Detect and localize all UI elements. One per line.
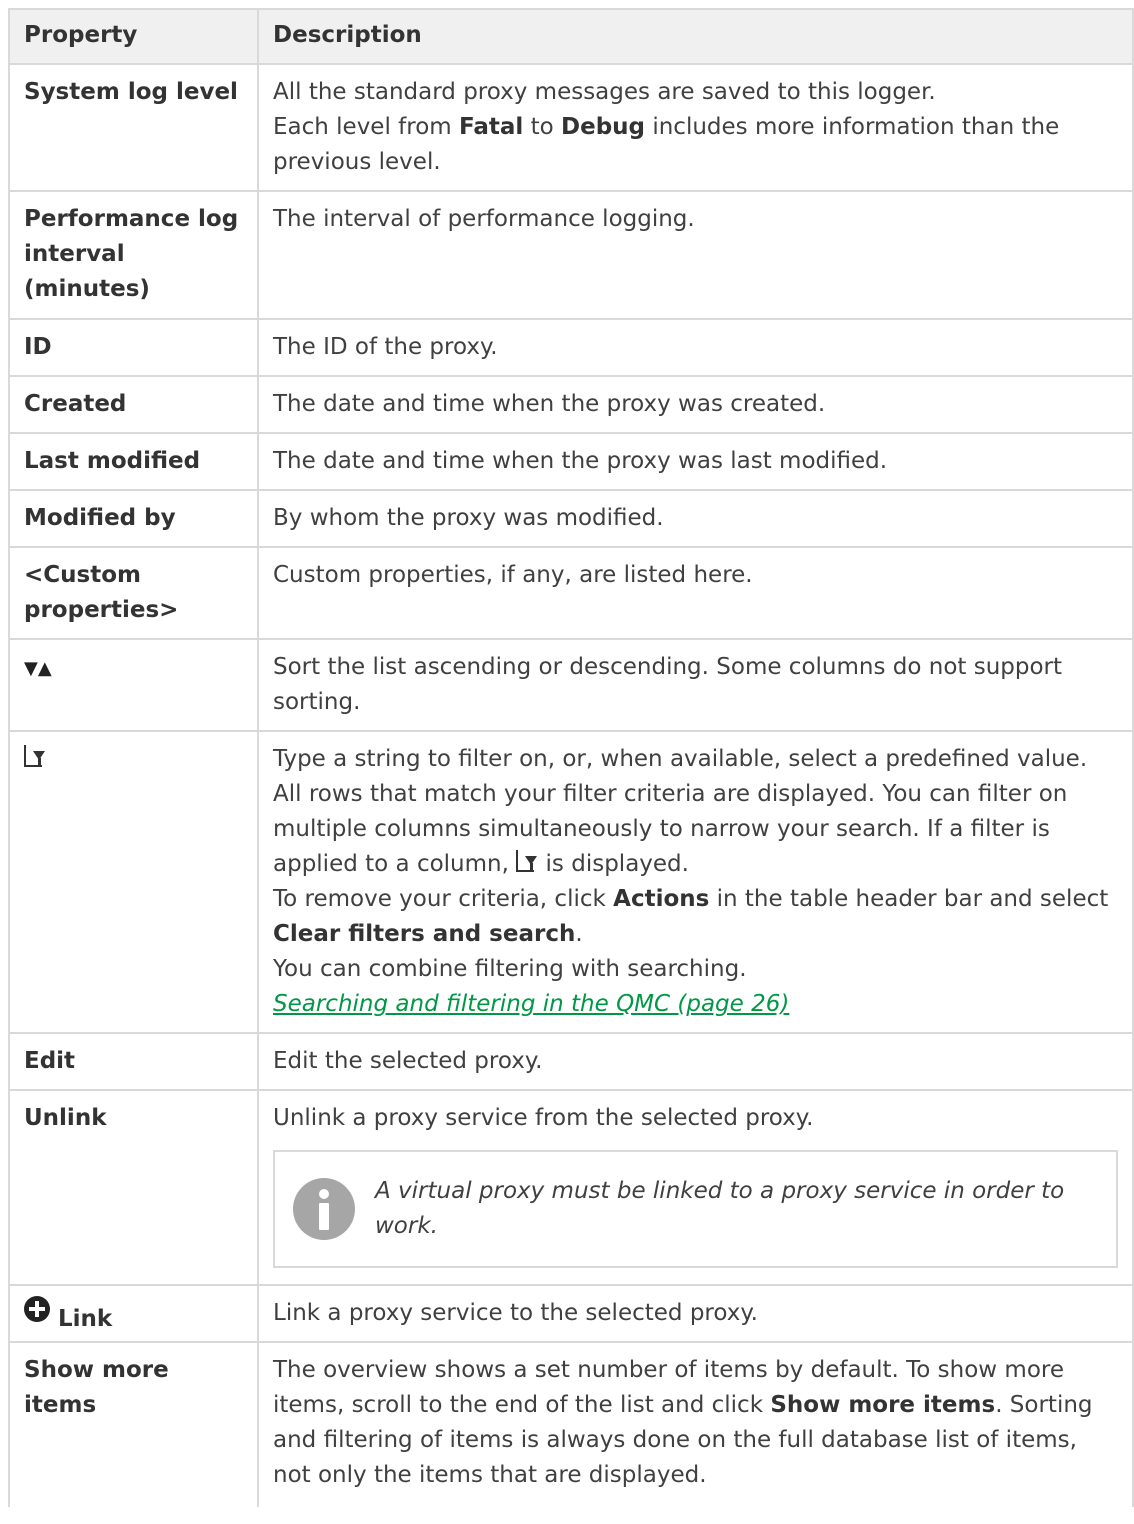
- table-row: Unlink Unlink a proxy service from the s…: [8, 1089, 1134, 1286]
- info-icon: [293, 1178, 355, 1240]
- table-row: Link Link a proxy service to the selecte…: [8, 1284, 1134, 1343]
- property-system-log-level: System log level: [8, 63, 259, 192]
- description-unlink: Unlink a proxy service from the selected…: [257, 1089, 1134, 1286]
- description-created: The date and time when the proxy was cre…: [257, 375, 1134, 434]
- description-edit: Edit the selected proxy.: [257, 1032, 1134, 1091]
- description-system-log-level: All the standard proxy messages are save…: [257, 63, 1134, 192]
- sort-arrows-icon[interactable]: ▼▲: [24, 658, 52, 679]
- description-paragraph: Type a string to filter on, or, when ava…: [273, 746, 1088, 877]
- property-last-modified: Last modified: [8, 432, 259, 491]
- table-row: Last modified The date and time when the…: [8, 432, 1134, 491]
- filter-cell: [8, 730, 259, 1034]
- description-filter: Type a string to filter on, or, when ava…: [257, 730, 1134, 1034]
- link-label: Link: [58, 1306, 113, 1332]
- note-text: A virtual proxy must be linked to a prox…: [375, 1178, 1065, 1239]
- table-row: Performance log interval (minutes) The i…: [8, 190, 1134, 320]
- description-show-more-items: The overview shows a set number of items…: [257, 1341, 1134, 1507]
- property-link: Link: [8, 1284, 259, 1343]
- property-unlink: Unlink: [8, 1089, 259, 1286]
- description-line: Each level from Fatal to Debug includes …: [273, 114, 1060, 175]
- table-row: Edit Edit the selected proxy.: [8, 1032, 1134, 1091]
- filter-icon[interactable]: [24, 745, 46, 769]
- description-custom-properties: Custom properties, if any, are listed he…: [257, 546, 1134, 640]
- description-modified-by: By whom the proxy was modified.: [257, 489, 1134, 548]
- note-box: A virtual proxy must be linked to a prox…: [273, 1150, 1118, 1268]
- description-line: All the standard proxy messages are save…: [273, 79, 936, 105]
- table-row: Show more items The overview shows a set…: [8, 1341, 1134, 1507]
- property-id: ID: [8, 318, 259, 377]
- property-edit: Edit: [8, 1032, 259, 1091]
- description-paragraph: To remove your criteria, click Actions i…: [273, 886, 1109, 947]
- table-row: System log level All the standard proxy …: [8, 63, 1134, 192]
- table-row: Modified by By whom the proxy was modifi…: [8, 489, 1134, 548]
- table-header-row: Property Description: [8, 8, 1134, 65]
- description-link: Link a proxy service to the selected pro…: [257, 1284, 1134, 1343]
- table-row: ID The ID of the proxy.: [8, 318, 1134, 377]
- properties-table: Property Description System log level Al…: [8, 8, 1134, 1507]
- table-row: ▼▲ Sort the list ascending or descending…: [8, 638, 1134, 732]
- description-sort: Sort the list ascending or descending. S…: [257, 638, 1134, 732]
- property-show-more-items: Show more items: [8, 1341, 259, 1507]
- show-more-items-label: Show more items: [770, 1392, 996, 1418]
- actions-label: Actions: [613, 886, 710, 912]
- filter-applied-icon: [516, 850, 538, 874]
- property-custom-properties: <Custom properties>: [8, 546, 259, 640]
- property-performance-log-interval: Performance log interval (minutes): [8, 190, 259, 320]
- table-row: Type a string to filter on, or, when ava…: [8, 730, 1134, 1034]
- searching-filtering-link[interactable]: Searching and filtering in the QMC (page…: [273, 991, 789, 1017]
- sort-cell: ▼▲: [8, 638, 259, 732]
- header-description: Description: [257, 8, 1134, 65]
- description-last-modified: The date and time when the proxy was las…: [257, 432, 1134, 491]
- plus-circle-icon[interactable]: [24, 1296, 50, 1322]
- description-performance-log-interval: The interval of performance logging.: [257, 190, 1134, 320]
- fatal-label: Fatal: [459, 114, 524, 140]
- header-property: Property: [8, 8, 259, 65]
- description-id: The ID of the proxy.: [257, 318, 1134, 377]
- description-paragraph: You can combine filtering with searching…: [273, 956, 747, 982]
- description-text: Unlink a proxy service from the selected…: [273, 1105, 814, 1131]
- property-modified-by: Modified by: [8, 489, 259, 548]
- table-row: <Custom properties> Custom properties, i…: [8, 546, 1134, 640]
- property-created: Created: [8, 375, 259, 434]
- clear-filters-label: Clear filters and search: [273, 921, 576, 947]
- table-row: Created The date and time when the proxy…: [8, 375, 1134, 434]
- debug-label: Debug: [561, 114, 646, 140]
